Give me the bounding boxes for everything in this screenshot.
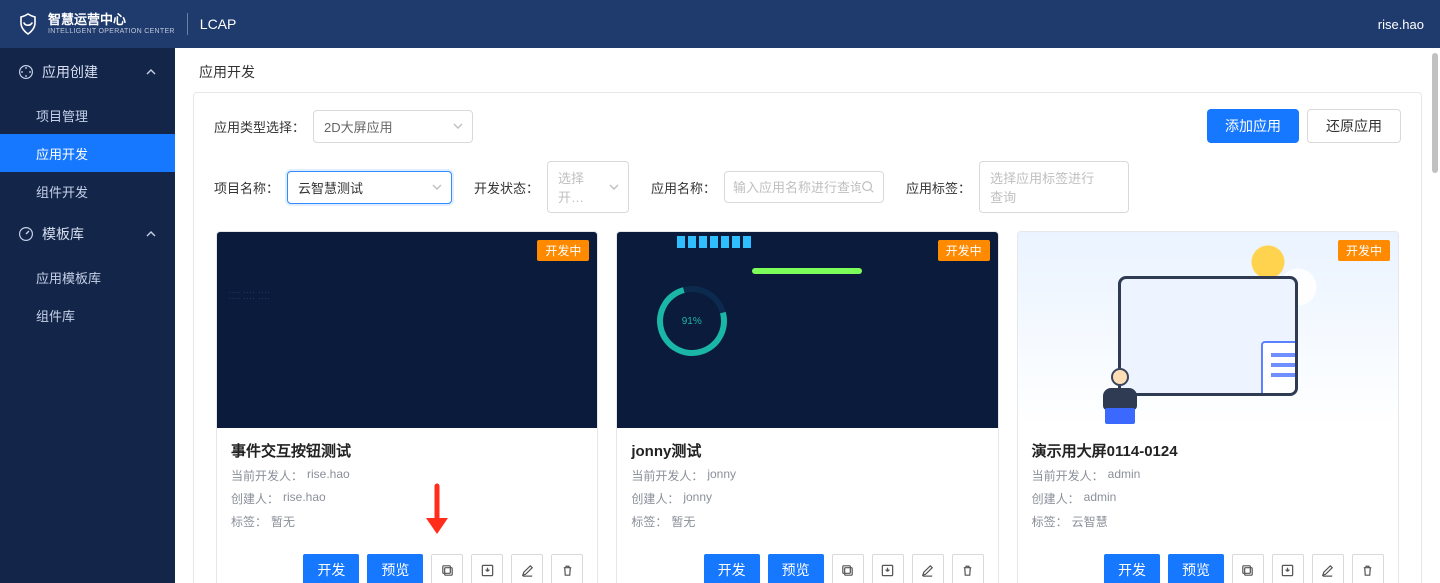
copy-button[interactable] <box>1232 554 1264 583</box>
page-title: 应用开发 <box>175 48 1440 92</box>
app-thumbnail[interactable]: 91% 开发中 <box>617 232 997 428</box>
restore-app-button[interactable]: 还原应用 <box>1307 109 1401 143</box>
copy-icon <box>440 563 455 578</box>
brand-mark-icon <box>16 12 40 36</box>
sidebar: 应用创建 项目管理 应用开发 组件开发 模板库 应用模板库 组件库 <box>0 48 175 583</box>
export-button[interactable] <box>872 554 904 583</box>
edit-icon <box>920 563 935 578</box>
chevron-down-icon <box>431 181 443 193</box>
copy-button[interactable] <box>832 554 864 583</box>
app-title: 演示用大屏0114-0124 <box>1032 440 1384 461</box>
edit-button[interactable] <box>511 554 543 583</box>
gauge-icon <box>18 226 34 242</box>
app-name: LCAP <box>200 16 237 32</box>
project-name-label: 项目名称： <box>214 178 279 197</box>
trash-icon <box>560 563 575 578</box>
app-card: 91% 开发中 jonny测试 当前开发人：jonny 创建人：jonny 标签… <box>616 231 998 583</box>
app-title: jonny测试 <box>631 440 983 461</box>
card-actions: 开发 预览 <box>1018 544 1398 583</box>
brand-name: 智慧运营中心 <box>48 13 175 26</box>
search-icon <box>861 180 875 194</box>
preview-button[interactable]: 预览 <box>768 554 824 583</box>
app-type-select[interactable]: 2D大屏应用 <box>313 110 473 143</box>
app-thumbnail[interactable]: ···· ···· ········ ···· ···· 开发中 <box>217 232 597 428</box>
trash-icon <box>960 563 975 578</box>
card-actions: 开发 预览 <box>217 544 597 583</box>
preview-button[interactable]: 预览 <box>1168 554 1224 583</box>
export-button[interactable] <box>1272 554 1304 583</box>
copy-icon <box>1240 563 1255 578</box>
app-card-grid: ···· ···· ········ ···· ···· 开发中 事件交互按钮测… <box>194 231 1421 583</box>
develop-button[interactable]: 开发 <box>303 554 359 583</box>
edit-button[interactable] <box>912 554 944 583</box>
edit-icon <box>1320 563 1335 578</box>
app-tag-label: 应用标签： <box>906 178 971 197</box>
trash-icon <box>1360 563 1375 578</box>
dev-status-label: 开发状态： <box>474 178 539 197</box>
export-icon <box>880 563 895 578</box>
status-badge: 开发中 <box>1338 240 1390 261</box>
brand-logo: 智慧运营中心 INTELLIGENT OPERATION CENTER <box>16 12 175 36</box>
scrollbar-thumb[interactable] <box>1432 53 1438 173</box>
export-icon <box>480 563 495 578</box>
app-tag-select[interactable]: 选择应用标签进行查询 <box>979 161 1129 213</box>
delete-button[interactable] <box>551 554 583 583</box>
status-badge: 开发中 <box>537 240 589 261</box>
develop-button[interactable]: 开发 <box>704 554 760 583</box>
app-card: ···· ···· ········ ···· ···· 开发中 事件交互按钮测… <box>216 231 598 583</box>
export-icon <box>1280 563 1295 578</box>
sidebar-group-app-create[interactable]: 应用创建 <box>0 48 175 96</box>
sidebar-item-app-dev[interactable]: 应用开发 <box>0 134 175 172</box>
sidebar-group-template-lib[interactable]: 模板库 <box>0 210 175 258</box>
edit-button[interactable] <box>1312 554 1344 583</box>
delete-button[interactable] <box>952 554 984 583</box>
status-badge: 开发中 <box>938 240 990 261</box>
app-name-label: 应用名称： <box>651 178 716 197</box>
app-card: 开发中 演示用大屏0114-0124 当前开发人：admin 创建人：admin… <box>1017 231 1399 583</box>
delete-button[interactable] <box>1352 554 1384 583</box>
sidebar-item-project-manage[interactable]: 项目管理 <box>0 96 175 134</box>
app-type-label: 应用类型选择： <box>214 117 305 136</box>
app-name-search[interactable] <box>724 171 884 203</box>
sidebar-item-app-template-lib[interactable]: 应用模板库 <box>0 258 175 296</box>
sidebar-group-label: 应用创建 <box>42 62 98 82</box>
app-header: 智慧运营中心 INTELLIGENT OPERATION CENTER LCAP… <box>0 0 1440 48</box>
current-user[interactable]: rise.hao <box>1378 17 1424 32</box>
card-actions: 开发 预览 <box>617 544 997 583</box>
dev-status-select[interactable]: 选择开… <box>547 161 629 213</box>
export-button[interactable] <box>471 554 503 583</box>
sidebar-group-label: 模板库 <box>42 224 84 244</box>
edit-icon <box>520 563 535 578</box>
main-content: 应用开发 应用类型选择： 2D大屏应用 添加应用 还原应用 项目名称： <box>175 48 1440 583</box>
app-title: 事件交互按钮测试 <box>231 440 583 461</box>
content-panel: 应用类型选择： 2D大屏应用 添加应用 还原应用 项目名称： 云智慧测试 <box>193 92 1422 583</box>
chevron-down-icon <box>608 181 620 193</box>
compass-icon <box>18 64 34 80</box>
sidebar-item-component-dev[interactable]: 组件开发 <box>0 172 175 210</box>
app-thumbnail[interactable]: 开发中 <box>1018 232 1398 428</box>
chevron-up-icon <box>145 66 157 78</box>
preview-button[interactable]: 预览 <box>367 554 423 583</box>
sidebar-item-component-lib[interactable]: 组件库 <box>0 296 175 334</box>
copy-button[interactable] <box>431 554 463 583</box>
chevron-up-icon <box>145 228 157 240</box>
develop-button[interactable]: 开发 <box>1104 554 1160 583</box>
add-app-button[interactable]: 添加应用 <box>1207 109 1299 143</box>
header-separator <box>187 13 188 35</box>
brand-subtitle: INTELLIGENT OPERATION CENTER <box>48 28 175 35</box>
copy-icon <box>840 563 855 578</box>
app-name-input[interactable] <box>733 180 861 195</box>
project-name-select[interactable]: 云智慧测试 <box>287 171 452 204</box>
header-left: 智慧运营中心 INTELLIGENT OPERATION CENTER LCAP <box>16 12 236 36</box>
chevron-down-icon <box>452 120 464 132</box>
toolbar: 应用类型选择： 2D大屏应用 添加应用 还原应用 项目名称： 云智慧测试 <box>194 93 1421 213</box>
